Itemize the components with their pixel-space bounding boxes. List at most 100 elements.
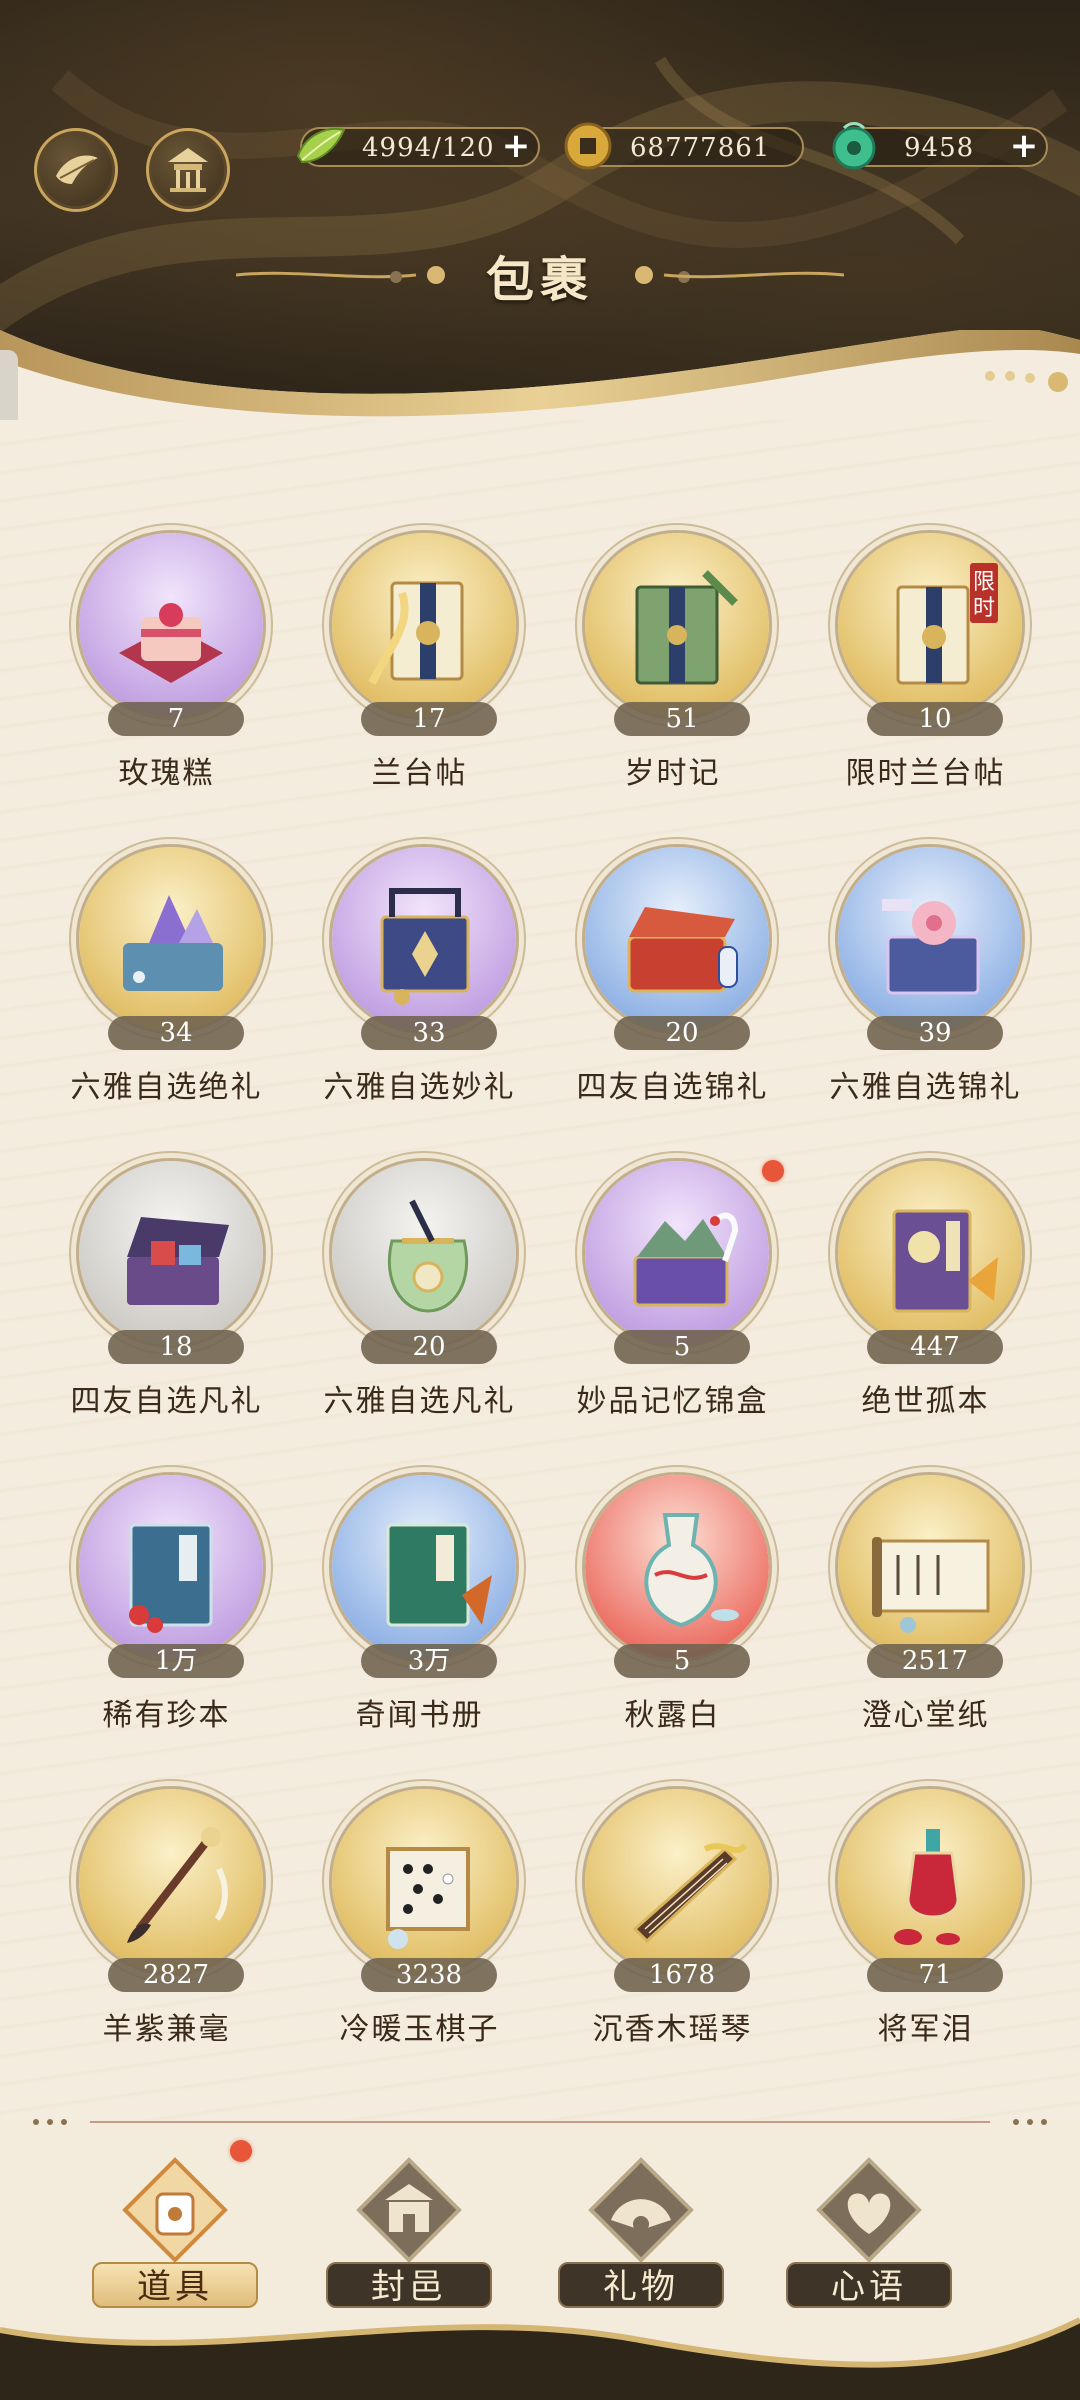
- inventory-item[interactable]: 7 玫瑰糕: [40, 530, 293, 844]
- inventory-item[interactable]: 2517 澄心堂纸: [799, 1472, 1052, 1786]
- item-frame: [835, 1472, 1025, 1662]
- item-name: 澄心堂纸: [861, 1698, 990, 1733]
- inventory-item[interactable]: 20 六雅自选凡礼: [293, 1158, 546, 1472]
- item-name: 玫瑰糕: [118, 756, 215, 791]
- item-name: 绝世孤本: [861, 1384, 990, 1419]
- lantai-note-icon: [332, 533, 516, 717]
- item-name: 妙品记忆锦盒: [576, 1384, 769, 1419]
- guqin-icon: [585, 1789, 769, 1973]
- stamina-value: 4994/120: [362, 133, 495, 163]
- item-frame: [76, 1158, 266, 1348]
- item-count: 2827: [108, 1958, 244, 1992]
- item-count: 5: [614, 1644, 750, 1678]
- item-frame: [835, 844, 1025, 1034]
- item-name: 兰台帖: [371, 756, 468, 791]
- inventory-item[interactable]: 39 六雅自选锦礼: [799, 844, 1052, 1158]
- green-leaf-icon: [296, 128, 346, 164]
- inventory-item[interactable]: 447 绝世孤本: [799, 1158, 1052, 1472]
- item-count: 34: [108, 1016, 244, 1050]
- item-frame: [582, 1472, 772, 1662]
- flower-box-icon: [838, 847, 1022, 1031]
- nav-tab[interactable]: 心语: [774, 2140, 964, 2340]
- item-count: 2517: [867, 1644, 1003, 1678]
- jade-bead-icon: [832, 122, 876, 170]
- item-name: 六雅自选妙礼: [323, 1070, 516, 1105]
- inventory-item[interactable]: 5 妙品记忆锦盒: [546, 1158, 799, 1472]
- paper-scroll-icon: [838, 1475, 1022, 1659]
- add-jade-button[interactable]: +: [1008, 129, 1040, 163]
- go-board-icon: [332, 1789, 516, 1973]
- header: 4994/120 + 68777861 9458 + 包裹: [0, 0, 1080, 460]
- pavilion-button[interactable]: [146, 128, 230, 212]
- item-count: 10: [867, 702, 1003, 736]
- pavilion-icon: [168, 148, 208, 192]
- open-chest-icon: [79, 1161, 263, 1345]
- item-name: 稀有珍本: [102, 1698, 231, 1733]
- item-frame: [329, 1472, 519, 1662]
- inventory-item[interactable]: 1万 稀有珍本: [40, 1472, 293, 1786]
- page-title: 包裹: [485, 252, 594, 308]
- item-name: 六雅自选绝礼: [70, 1070, 263, 1105]
- item-frame: [329, 1786, 519, 1976]
- item-count: 20: [614, 1016, 750, 1050]
- item-count: 20: [361, 1330, 497, 1364]
- crane-box-icon: [585, 1161, 769, 1345]
- item-frame: [582, 530, 772, 720]
- nav-tab-label: 封邑: [326, 2262, 492, 2308]
- item-name: 羊紫兼毫: [102, 2012, 231, 2047]
- item-name: 六雅自选锦礼: [829, 1070, 1022, 1105]
- jade-value: 9458: [904, 133, 975, 163]
- inventory-item[interactable]: 限 时 10 限时兰台帖: [799, 530, 1052, 844]
- nav-tab[interactable]: 封邑: [314, 2140, 504, 2340]
- item-count: 447: [867, 1330, 1003, 1364]
- inventory-item[interactable]: 18 四友自选凡礼: [40, 1158, 293, 1472]
- inventory-item[interactable]: 51 岁时记: [546, 530, 799, 844]
- item-count: 3万: [361, 1644, 497, 1678]
- inventory-item[interactable]: 1678 沉香木瑶琴: [546, 1786, 799, 2100]
- coin-value: 68777861: [630, 133, 771, 163]
- item-frame: [329, 1158, 519, 1348]
- item-count: 3238: [361, 1958, 497, 1992]
- inventory-item[interactable]: 3238 冷暖玉棋子: [293, 1786, 546, 2100]
- heart-knot-icon: [816, 2157, 922, 2263]
- nav-divider: [33, 2119, 1047, 2125]
- nav-tab[interactable]: 道具: [80, 2140, 270, 2340]
- item-name: 四友自选锦礼: [576, 1070, 769, 1105]
- inventory-item[interactable]: 2827 羊紫兼毫: [40, 1786, 293, 2100]
- items-jar-icon: [122, 2157, 228, 2263]
- inventory-item[interactable]: 33 六雅自选妙礼: [293, 844, 546, 1158]
- limited-tag-char: 限: [973, 570, 995, 595]
- blue-book-icon: [79, 1475, 263, 1659]
- nav-tab-label: 道具: [92, 2262, 258, 2308]
- lacquer-box-icon: [332, 847, 516, 1031]
- pouch-icon: [332, 1161, 516, 1345]
- item-frame: [329, 844, 519, 1034]
- item-count: 33: [361, 1016, 497, 1050]
- red-chest-icon: [585, 847, 769, 1031]
- inventory-item[interactable]: 20 四友自选锦礼: [546, 844, 799, 1158]
- item-frame: [835, 1786, 1025, 1976]
- inventory-item[interactable]: 5 秋露白: [546, 1472, 799, 1786]
- nav-tab[interactable]: 礼物: [546, 2140, 736, 2340]
- almanac-book-icon: [585, 533, 769, 717]
- gem-box-icon: [79, 847, 263, 1031]
- item-frame: [582, 844, 772, 1034]
- item-frame: [76, 530, 266, 720]
- inventory-panel: 7 玫瑰糕 17 兰台帖 51 岁时记 限 时 10 限时兰台帖 34 六雅自选…: [0, 420, 1080, 2120]
- inventory-item[interactable]: 34 六雅自选绝礼: [40, 844, 293, 1158]
- leaf-emblem-icon: [56, 155, 98, 184]
- title-row: 包裹: [0, 240, 1080, 310]
- nav-tab-label: 礼物: [558, 2262, 724, 2308]
- add-stamina-button[interactable]: +: [500, 129, 532, 163]
- leaf-emblem-button[interactable]: [34, 128, 118, 212]
- inventory-item[interactable]: 71 将军泪: [799, 1786, 1052, 2100]
- item-frame: [76, 1472, 266, 1662]
- nav-badge-dot: [230, 2140, 252, 2162]
- nav-tab-label: 心语: [786, 2262, 952, 2308]
- inventory-item[interactable]: 3万 奇闻书册: [293, 1472, 546, 1786]
- copper-coin-icon: [564, 122, 612, 170]
- item-frame: [582, 1786, 772, 1976]
- inventory-item[interactable]: 17 兰台帖: [293, 530, 546, 844]
- item-name: 四友自选凡礼: [70, 1384, 263, 1419]
- item-count: 5: [614, 1330, 750, 1364]
